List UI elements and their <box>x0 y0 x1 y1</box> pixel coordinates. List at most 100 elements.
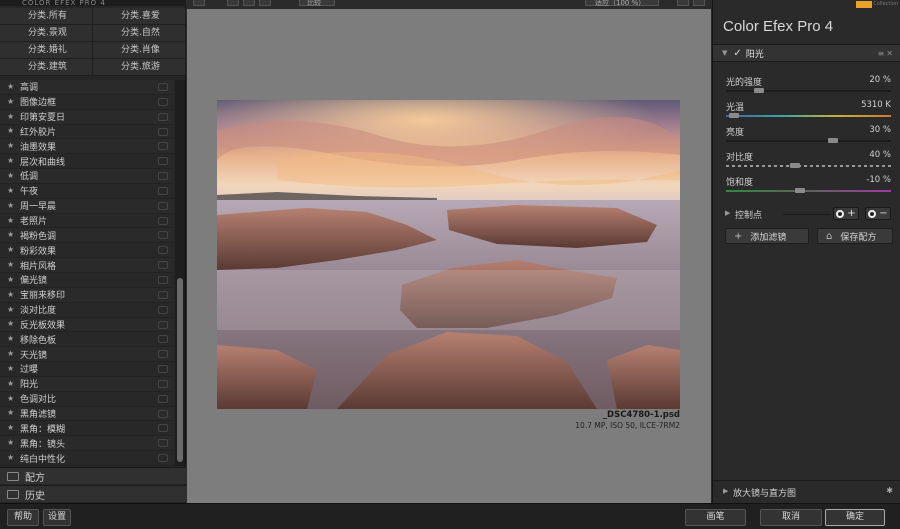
favorite-star-icon[interactable]: ★ <box>7 246 15 254</box>
preset-icon[interactable] <box>158 454 168 463</box>
favorite-star-icon[interactable]: ★ <box>7 127 15 135</box>
single-view-button[interactable] <box>227 0 239 6</box>
category-button[interactable]: 分类.肖像 <box>93 42 186 59</box>
filter-list-item[interactable]: ★ 相片风格 <box>0 258 174 273</box>
favorite-star-icon[interactable]: ★ <box>7 261 15 269</box>
favorite-star-icon[interactable]: ★ <box>7 231 15 239</box>
filter-list-item[interactable]: ★ 黑角滤镜 <box>0 406 174 422</box>
filter-list-item[interactable]: ★ 天光镜 <box>0 347 174 363</box>
filter-list-item[interactable]: ★ 油墨效果 <box>0 139 174 155</box>
category-button[interactable]: 分类.婚礼 <box>0 42 93 59</box>
preset-icon[interactable] <box>158 320 168 329</box>
slider-track[interactable] <box>726 88 891 93</box>
favorite-star-icon[interactable]: ★ <box>7 424 15 432</box>
preset-icon[interactable] <box>158 97 168 106</box>
slider-thumb[interactable] <box>754 88 764 93</box>
category-button[interactable]: 分类.旅游 <box>93 59 186 76</box>
filter-list-item[interactable]: ★ 黑角：模糊 <box>0 421 174 437</box>
slider-thumb[interactable] <box>729 113 740 118</box>
filter-list-item[interactable]: ★ 黑角：镜头 <box>0 436 174 452</box>
filter-list-item[interactable]: ★ 低调 <box>0 169 174 184</box>
add-filter-button[interactable]: + 添加滤镜 <box>725 228 809 244</box>
filter-list-item[interactable]: ★ 周一早晨 <box>0 198 174 214</box>
preset-icon[interactable] <box>158 112 168 121</box>
category-button[interactable]: 分类.所有 <box>0 8 93 25</box>
favorite-star-icon[interactable]: ★ <box>7 201 15 210</box>
slider-track[interactable] <box>726 113 891 118</box>
favorite-star-icon[interactable]: ★ <box>7 394 15 403</box>
save-recipe-button[interactable]: ⌂ 保存配方 <box>817 228 893 244</box>
preset-icon[interactable] <box>158 127 168 136</box>
preset-icon[interactable] <box>158 201 168 210</box>
favorite-star-icon[interactable]: ★ <box>7 82 15 91</box>
collapse-icon[interactable]: ▼ <box>722 49 727 57</box>
favorite-star-icon[interactable]: ★ <box>7 379 15 388</box>
slider-track[interactable] <box>726 163 891 168</box>
favorite-star-icon[interactable]: ★ <box>7 364 15 373</box>
preview-canvas[interactable]: _DSC4780-1.psd 10.7 MP, ISO 50, ILCE-7RM… <box>187 9 711 503</box>
preset-icon[interactable] <box>158 246 168 255</box>
loupe-histogram-section[interactable]: ▶ 放大镜与直方图 ✱ <box>713 480 900 502</box>
filter-list-item[interactable]: ★ 过曝 <box>0 362 174 377</box>
preset-icon[interactable] <box>158 439 168 448</box>
preset-icon[interactable] <box>158 157 168 166</box>
history-section[interactable]: 历史 <box>0 485 186 502</box>
filter-list-scrollbar[interactable] <box>175 80 185 466</box>
favorite-star-icon[interactable]: ★ <box>7 186 15 195</box>
category-button[interactable]: 分类.建筑 <box>0 59 93 76</box>
preset-icon[interactable] <box>158 186 168 195</box>
side-by-side-button[interactable] <box>259 0 271 6</box>
pin-icon[interactable]: ✱ <box>886 486 893 495</box>
favorite-star-icon[interactable]: ★ <box>7 335 15 343</box>
expand-icon[interactable]: ▶ <box>723 487 728 495</box>
filter-list-item[interactable]: ★ 淡对比度 <box>0 302 174 318</box>
slider-track[interactable] <box>726 188 891 193</box>
scrollbar-thumb[interactable] <box>177 278 183 462</box>
active-filter-header[interactable]: ▼ ✓ 阳光 ≡✕ <box>713 44 900 62</box>
preset-icon[interactable] <box>158 275 168 284</box>
preset-icon[interactable] <box>158 305 168 314</box>
ok-button[interactable]: 确定 <box>825 509 885 526</box>
favorite-star-icon[interactable]: ★ <box>7 275 15 284</box>
favorite-star-icon[interactable]: ★ <box>7 157 15 165</box>
slider-track[interactable] <box>726 138 891 143</box>
preset-icon[interactable] <box>158 83 168 91</box>
filter-list-item[interactable]: ★ 粉彩效果 <box>0 243 174 259</box>
favorite-star-icon[interactable]: ★ <box>7 142 15 150</box>
category-button[interactable]: 分类.景观 <box>0 25 93 42</box>
filter-list-item[interactable]: ★ 纯白中性化 <box>0 451 174 466</box>
category-button[interactable]: 分类.喜爱 <box>93 8 186 25</box>
preset-icon[interactable] <box>158 261 168 270</box>
category-button[interactable]: 分类.自然 <box>93 25 186 42</box>
filter-list-item[interactable]: ★ 印第安夏日 <box>0 109 174 125</box>
preset-icon[interactable] <box>158 172 168 181</box>
filter-menu-icons[interactable]: ≡✕ <box>878 49 895 58</box>
preset-icon[interactable] <box>158 216 168 225</box>
favorite-star-icon[interactable]: ★ <box>7 305 15 314</box>
filter-list-item[interactable]: ★ 褐粉色调 <box>0 228 174 244</box>
filter-list-item[interactable]: ★ 午夜 <box>0 183 174 199</box>
favorite-star-icon[interactable]: ★ <box>7 439 15 447</box>
filter-list-item[interactable]: ★ 阳光 <box>0 376 174 392</box>
slider-thumb[interactable] <box>795 188 806 193</box>
preset-icon[interactable] <box>158 379 168 388</box>
preset-icon[interactable] <box>158 231 168 240</box>
filter-list-item[interactable]: ★ 色调对比 <box>0 391 174 407</box>
brush-button[interactable]: 画笔 <box>685 509 746 526</box>
panel-toggle-button[interactable] <box>193 0 205 6</box>
filter-list-item[interactable]: ★ 老照片 <box>0 213 174 229</box>
filter-list-item[interactable]: ★ 反光板效果 <box>0 317 174 333</box>
filter-list-item[interactable]: ★ 层次和曲线 <box>0 154 174 170</box>
add-control-point-button[interactable]: + <box>833 207 859 220</box>
filter-list-item[interactable]: ★ 宝丽来移印 <box>0 287 174 303</box>
favorite-star-icon[interactable]: ★ <box>7 171 15 180</box>
favorite-star-icon[interactable]: ★ <box>7 320 15 328</box>
filter-list-item[interactable]: ★ 红外胶片 <box>0 124 174 140</box>
slider-thumb[interactable] <box>828 138 839 143</box>
favorite-star-icon[interactable]: ★ <box>7 290 15 299</box>
preset-icon[interactable] <box>158 142 168 151</box>
filter-list-item[interactable]: ★ 图像边框 <box>0 94 174 110</box>
favorite-star-icon[interactable]: ★ <box>7 97 15 106</box>
filter-list-item[interactable]: ★ 移除色板 <box>0 332 174 348</box>
preset-icon[interactable] <box>158 424 168 433</box>
